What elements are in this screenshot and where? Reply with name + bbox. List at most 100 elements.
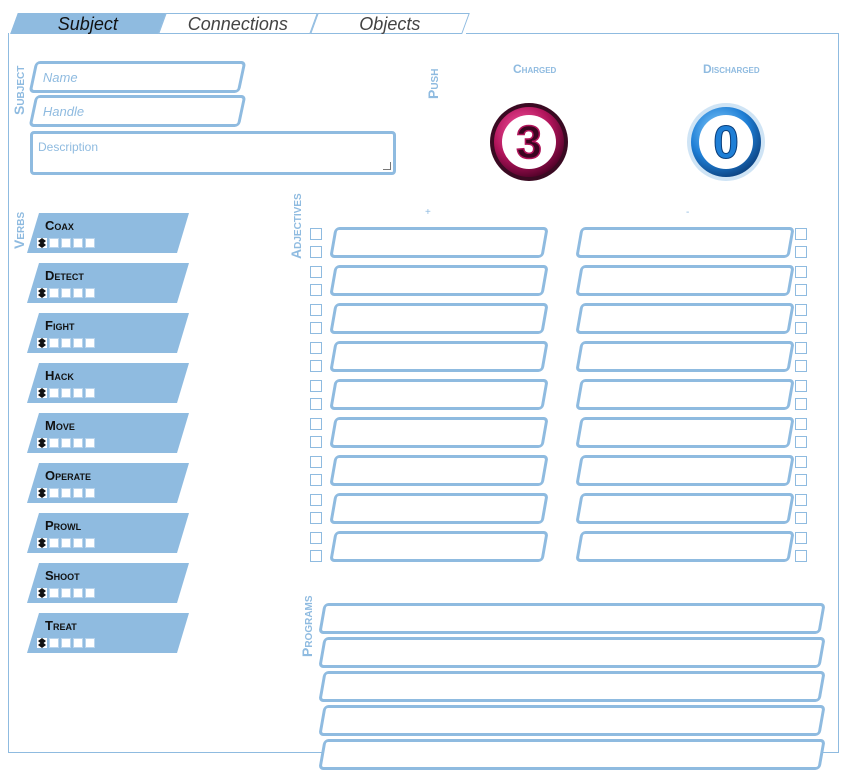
adjective-positive-checkbox[interactable]	[310, 456, 322, 468]
attribute-icon[interactable]	[37, 488, 47, 498]
adjective-negative-checkbox[interactable]	[795, 494, 807, 506]
adjective-positive-field[interactable]	[329, 417, 549, 448]
handle-field[interactable]: Handle	[28, 95, 247, 127]
rating-checkbox[interactable]	[61, 288, 71, 298]
adjective-positive-field[interactable]	[329, 531, 549, 562]
program-field[interactable]	[318, 637, 826, 668]
attribute-icon[interactable]	[37, 638, 47, 648]
adjective-positive-checkbox[interactable]	[310, 380, 322, 392]
rating-checkbox[interactable]	[61, 438, 71, 448]
rating-checkbox[interactable]	[73, 538, 83, 548]
rating-checkbox[interactable]	[49, 638, 59, 648]
tab-connections[interactable]: Connections	[158, 13, 318, 34]
rating-checkbox[interactable]	[85, 538, 95, 548]
adjective-positive-checkbox[interactable]	[310, 342, 322, 354]
adjective-positive-checkbox[interactable]	[310, 284, 322, 296]
adjective-negative-field[interactable]	[575, 493, 795, 524]
rating-checkbox[interactable]	[61, 388, 71, 398]
rating-checkbox[interactable]	[61, 488, 71, 498]
adjective-negative-checkbox[interactable]	[795, 246, 807, 258]
adjective-negative-checkbox[interactable]	[795, 550, 807, 562]
adjective-negative-checkbox[interactable]	[795, 342, 807, 354]
adjective-negative-field[interactable]	[575, 303, 795, 334]
resize-grip-icon[interactable]	[383, 162, 391, 170]
adjective-positive-checkbox[interactable]	[310, 360, 322, 372]
rating-checkbox[interactable]	[61, 238, 71, 248]
adjective-positive-checkbox[interactable]	[310, 322, 322, 334]
adjective-positive-checkbox[interactable]	[310, 550, 322, 562]
adjective-negative-field[interactable]	[575, 379, 795, 410]
adjective-negative-field[interactable]	[575, 341, 795, 372]
rating-checkbox[interactable]	[61, 638, 71, 648]
rating-checkbox[interactable]	[73, 388, 83, 398]
adjective-negative-checkbox[interactable]	[795, 512, 807, 524]
rating-checkbox[interactable]	[49, 388, 59, 398]
rating-checkbox[interactable]	[61, 588, 71, 598]
rating-checkbox[interactable]	[85, 588, 95, 598]
rating-checkbox[interactable]	[73, 588, 83, 598]
tab-objects[interactable]: Objects	[310, 13, 470, 34]
adjective-positive-checkbox[interactable]	[310, 398, 322, 410]
adjective-positive-checkbox[interactable]	[310, 436, 322, 448]
adjective-negative-checkbox[interactable]	[795, 322, 807, 334]
attribute-icon[interactable]	[37, 238, 47, 248]
adjective-negative-checkbox[interactable]	[795, 284, 807, 296]
rating-checkbox[interactable]	[85, 388, 95, 398]
adjective-positive-field[interactable]	[329, 379, 549, 410]
program-field[interactable]	[318, 671, 826, 702]
rating-checkbox[interactable]	[73, 488, 83, 498]
attribute-icon[interactable]	[37, 338, 47, 348]
charged-counter-icon[interactable]: 3	[489, 100, 569, 184]
adjective-positive-checkbox[interactable]	[310, 474, 322, 486]
adjective-positive-checkbox[interactable]	[310, 418, 322, 430]
adjective-positive-checkbox[interactable]	[310, 266, 322, 278]
rating-checkbox[interactable]	[85, 338, 95, 348]
rating-checkbox[interactable]	[61, 538, 71, 548]
tab-subject[interactable]: Subject	[10, 13, 166, 34]
rating-checkbox[interactable]	[85, 288, 95, 298]
adjective-negative-field[interactable]	[575, 227, 795, 258]
description-textarea[interactable]: Description	[30, 131, 396, 175]
attribute-icon[interactable]	[37, 538, 47, 548]
adjective-negative-checkbox[interactable]	[795, 474, 807, 486]
adjective-negative-checkbox[interactable]	[795, 398, 807, 410]
program-field[interactable]	[318, 705, 826, 736]
attribute-icon[interactable]	[37, 388, 47, 398]
adjective-negative-checkbox[interactable]	[795, 360, 807, 372]
rating-checkbox[interactable]	[49, 338, 59, 348]
adjective-positive-checkbox[interactable]	[310, 494, 322, 506]
rating-checkbox[interactable]	[73, 638, 83, 648]
name-field[interactable]: Name	[28, 61, 247, 93]
adjective-positive-checkbox[interactable]	[310, 246, 322, 258]
rating-checkbox[interactable]	[85, 438, 95, 448]
adjective-positive-checkbox[interactable]	[310, 512, 322, 524]
adjective-negative-field[interactable]	[575, 455, 795, 486]
rating-checkbox[interactable]	[85, 638, 95, 648]
adjective-positive-checkbox[interactable]	[310, 228, 322, 240]
adjective-positive-field[interactable]	[329, 493, 549, 524]
program-field[interactable]	[318, 739, 826, 770]
adjective-negative-field[interactable]	[575, 531, 795, 562]
adjective-negative-checkbox[interactable]	[795, 304, 807, 316]
adjective-negative-field[interactable]	[575, 417, 795, 448]
adjective-negative-checkbox[interactable]	[795, 266, 807, 278]
adjective-negative-checkbox[interactable]	[795, 456, 807, 468]
rating-checkbox[interactable]	[61, 338, 71, 348]
rating-checkbox[interactable]	[49, 588, 59, 598]
rating-checkbox[interactable]	[73, 238, 83, 248]
adjective-negative-checkbox[interactable]	[795, 436, 807, 448]
attribute-icon[interactable]	[37, 588, 47, 598]
adjective-positive-field[interactable]	[329, 341, 549, 372]
attribute-icon[interactable]	[37, 288, 47, 298]
adjective-positive-checkbox[interactable]	[310, 532, 322, 544]
rating-checkbox[interactable]	[85, 488, 95, 498]
adjective-negative-checkbox[interactable]	[795, 380, 807, 392]
adjective-positive-checkbox[interactable]	[310, 304, 322, 316]
rating-checkbox[interactable]	[73, 338, 83, 348]
program-field[interactable]	[318, 603, 826, 634]
rating-checkbox[interactable]	[73, 288, 83, 298]
adjective-negative-checkbox[interactable]	[795, 532, 807, 544]
adjective-positive-field[interactable]	[329, 455, 549, 486]
discharged-counter-icon[interactable]: 0	[686, 100, 766, 184]
rating-checkbox[interactable]	[49, 288, 59, 298]
